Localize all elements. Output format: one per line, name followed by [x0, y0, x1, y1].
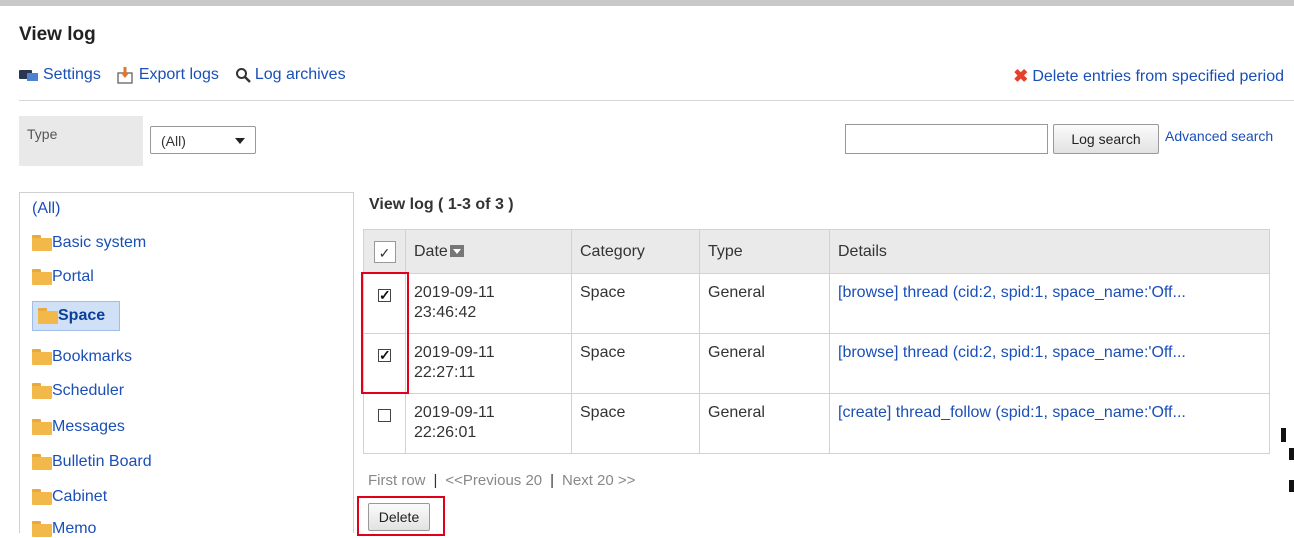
sort-down-icon[interactable] [449, 245, 464, 258]
highlight-checkboxes [361, 272, 409, 394]
folder-icon [32, 454, 52, 470]
export-logs-link[interactable]: Export logs [117, 66, 219, 84]
folder-icon [32, 235, 52, 251]
tree-item-cabinet[interactable]: Cabinet [32, 488, 107, 506]
log-date: 2019-09-11 [414, 284, 495, 301]
tree-item-messages[interactable]: Messages [32, 418, 125, 436]
log-date: 2019-09-11 [414, 404, 495, 421]
folder-icon [32, 269, 52, 285]
log-date: 2019-09-11 [414, 344, 495, 361]
table-row: 2019-09-11 22:27:11 Space General [browse… [363, 333, 1270, 394]
tree-item-space[interactable]: Space [38, 307, 105, 325]
pagination: First row | <<Previous 20 | Next 20 >> [368, 472, 635, 489]
delete-x-icon: ✖ [1013, 66, 1029, 86]
category-cell: Space [571, 393, 700, 454]
edge-mark [1281, 428, 1286, 442]
log-time: 23:46:42 [414, 304, 477, 321]
category-cell: Space [571, 333, 700, 394]
pager-previous: <<Previous 20 [445, 472, 543, 489]
tree-item-basic-system[interactable]: Basic system [32, 234, 146, 252]
column-details: Details [829, 229, 1270, 274]
date-cell: 2019-09-11 22:27:11 [405, 333, 572, 394]
folder-icon [32, 383, 52, 399]
details-link[interactable]: [create] thread_follow (spid:1, space_na… [838, 404, 1186, 421]
pager-separator: | [433, 472, 438, 489]
type-label: Type [27, 126, 58, 142]
divider [19, 100, 1294, 101]
tree-item-label: Scheduler [52, 382, 125, 399]
details-link[interactable]: [browse] thread (cid:2, spid:1, space_na… [838, 284, 1186, 301]
folder-icon [32, 521, 52, 537]
pager-next: Next 20 >> [562, 472, 636, 489]
tree-item-label: Portal [52, 268, 94, 285]
type-cell: General [699, 333, 830, 394]
details-cell: [browse] thread (cid:2, spid:1, space_na… [829, 273, 1270, 334]
tree-item-bulletin-board[interactable]: Bulletin Board [32, 453, 152, 471]
settings-label: Settings [43, 66, 101, 83]
tree-item-portal[interactable]: Portal [32, 268, 94, 286]
select-all-checkbox[interactable]: ✓ [373, 240, 396, 263]
tree-item-memo[interactable]: Memo [32, 520, 96, 538]
table-header-row: ✓ Date Category Type Details [363, 229, 1270, 274]
column-type: Type [699, 229, 830, 274]
toolbar: Settings Export logs Log archives [19, 66, 346, 84]
log-search-input[interactable] [845, 124, 1048, 154]
tree-item-bookmarks[interactable]: Bookmarks [32, 348, 132, 366]
log-search-button[interactable]: Log search [1053, 124, 1159, 154]
log-archives-label: Log archives [254, 66, 346, 83]
tree-item-label: Memo [52, 520, 97, 537]
tree-item-all[interactable]: (All) [32, 200, 60, 218]
row-checkbox[interactable] [378, 409, 391, 423]
column-date-label: Date [414, 242, 448, 260]
pager-first: First row [368, 472, 426, 489]
edge-mark [1289, 448, 1294, 460]
tree-item-label: Space [58, 307, 106, 324]
select-all-cell: ✓ [363, 229, 406, 274]
delete-period-link[interactable]: ✖ Delete entries from specified period [1013, 66, 1284, 87]
folder-icon [32, 419, 52, 435]
log-table: ✓ Date Category Type Details 2019-09-112… [363, 229, 1270, 454]
category-cell: Space [571, 273, 700, 334]
log-list-title: View log ( 1-3 of 3 ) [369, 196, 514, 213]
chevron-down-icon [235, 138, 245, 144]
table-row: 2019-09-11 22:26:01 Space General [create… [363, 393, 1270, 454]
delete-period-label: Delete entries from specified period [1032, 67, 1284, 85]
type-cell: General [699, 393, 830, 454]
advanced-search-link[interactable]: Advanced search [1165, 128, 1273, 144]
search-icon [235, 68, 251, 83]
export-icon [117, 67, 133, 84]
highlight-delete-button [357, 496, 445, 536]
details-cell: [browse] thread (cid:2, spid:1, space_na… [829, 333, 1270, 394]
settings-link[interactable]: Settings [19, 66, 101, 84]
row-select-cell [363, 393, 406, 454]
edge-mark [1289, 480, 1294, 492]
details-link[interactable]: [browse] thread (cid:2, spid:1, space_na… [838, 344, 1186, 361]
settings-icon [19, 69, 39, 81]
type-select-value: (All) [161, 133, 186, 149]
type-cell: General [699, 273, 830, 334]
export-logs-label: Export logs [138, 66, 219, 83]
folder-icon [32, 349, 52, 365]
log-archives-link[interactable]: Log archives [235, 66, 346, 84]
tree-item-label: Messages [52, 418, 125, 435]
tree-item-label: Bookmarks [52, 348, 133, 365]
details-cell: [create] thread_follow (spid:1, space_na… [829, 393, 1270, 454]
type-select[interactable]: (All) [150, 126, 256, 154]
column-date[interactable]: Date [405, 229, 572, 274]
tree-item-label: Basic system [52, 234, 147, 251]
log-time: 22:27:11 [414, 364, 476, 381]
pager-separator: | [550, 472, 555, 489]
top-border [0, 0, 1294, 6]
page-title: View log [19, 24, 96, 45]
folder-icon [38, 308, 58, 324]
column-category: Category [571, 229, 700, 274]
folder-icon [32, 489, 52, 505]
tree-item-scheduler[interactable]: Scheduler [32, 382, 124, 400]
date-cell: 2019-09-11 22:26:01 [405, 393, 572, 454]
date-cell: 2019-09-11 23:46:42 [405, 273, 572, 334]
table-row: 2019-09-11 23:46:42 Space General [browse… [363, 273, 1270, 334]
tree-item-label: Bulletin Board [52, 453, 152, 470]
tree-item-label: Cabinet [52, 488, 108, 505]
log-time: 22:26:01 [414, 424, 477, 441]
